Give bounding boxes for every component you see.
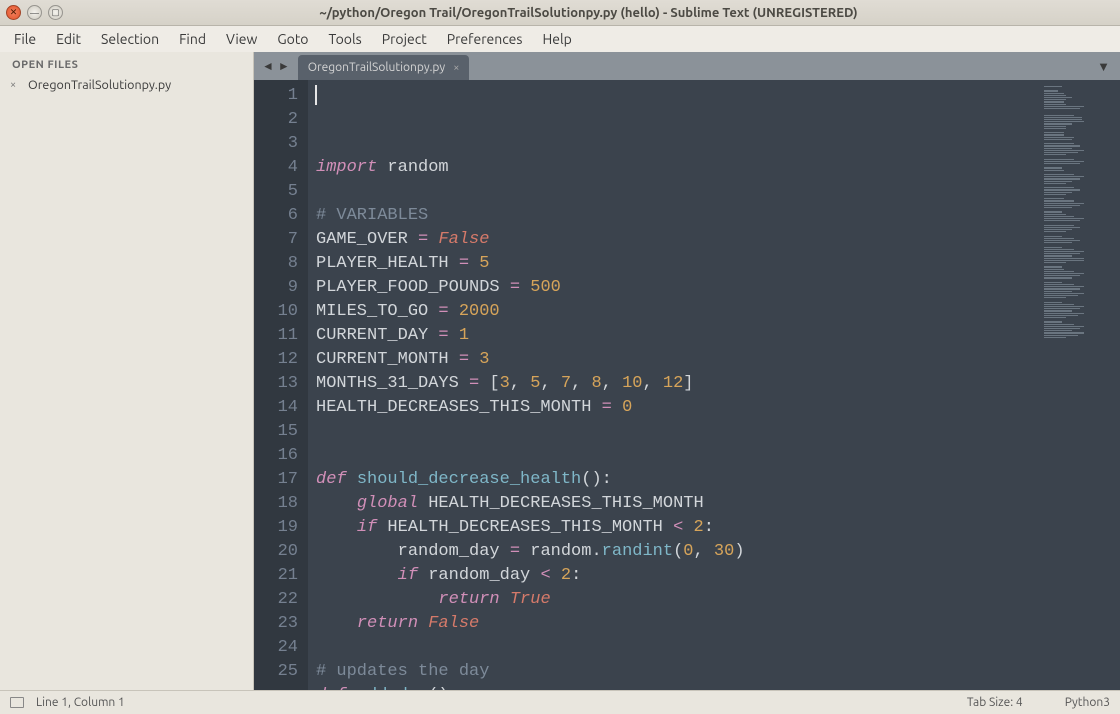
tab-close-icon[interactable]: × bbox=[453, 62, 459, 74]
menu-tools[interactable]: Tools bbox=[321, 29, 370, 49]
code-line: CURRENT_DAY = 1 bbox=[316, 324, 1038, 348]
code-line: GAME_OVER = False bbox=[316, 228, 1038, 252]
sidebar-header: OPEN FILES bbox=[0, 52, 253, 76]
status-cursor-position: Line 1, Column 1 bbox=[36, 696, 125, 709]
tab-label: OregonTrailSolutionpy.py bbox=[308, 61, 445, 74]
code-line: # VARIABLES bbox=[316, 204, 1038, 228]
code-line: import random bbox=[316, 156, 1038, 180]
editor-body: 1234567891011121314151617181920212223242… bbox=[254, 80, 1120, 690]
menu-edit[interactable]: Edit bbox=[48, 29, 89, 49]
code-line: global HEALTH_DECREASES_THIS_MONTH bbox=[316, 492, 1038, 516]
menu-preferences[interactable]: Preferences bbox=[439, 29, 531, 49]
code-line bbox=[316, 636, 1038, 660]
sidebar-item[interactable]: × OregonTrailSolutionpy.py bbox=[0, 76, 253, 94]
code-line bbox=[316, 180, 1038, 204]
code-line: return True bbox=[316, 588, 1038, 612]
menu-help[interactable]: Help bbox=[534, 29, 579, 49]
menu-view[interactable]: View bbox=[218, 29, 265, 49]
code-line bbox=[316, 444, 1038, 468]
code-line: MONTHS_31_DAYS = [3, 5, 7, 8, 10, 12] bbox=[316, 372, 1038, 396]
sidebar-item-close-icon[interactable]: × bbox=[10, 79, 22, 91]
code-line: if HEALTH_DECREASES_THIS_MONTH < 2: bbox=[316, 516, 1038, 540]
code-line: return False bbox=[316, 612, 1038, 636]
menu-find[interactable]: Find bbox=[171, 29, 214, 49]
tab-nav-right-icon[interactable]: ► bbox=[278, 59, 290, 73]
menu-file[interactable]: File bbox=[6, 29, 44, 49]
window-title: ~/python/Oregon Trail/OregonTrailSolutio… bbox=[63, 6, 1114, 20]
sidebar-item-label: OregonTrailSolutionpy.py bbox=[28, 78, 171, 92]
tab-nav: ◄ ► bbox=[254, 52, 298, 80]
code-line: PLAYER_FOOD_POUNDS = 500 bbox=[316, 276, 1038, 300]
tab-nav-left-icon[interactable]: ◄ bbox=[262, 59, 274, 73]
minimap[interactable] bbox=[1038, 80, 1120, 690]
code-line: # updates the day bbox=[316, 660, 1038, 684]
menubar: FileEditSelectionFindViewGotoToolsProjec… bbox=[0, 26, 1120, 52]
code-line: random_day = random.randint(0, 30) bbox=[316, 540, 1038, 564]
line-gutter: 1234567891011121314151617181920212223242… bbox=[254, 80, 308, 690]
code-line: MILES_TO_GO = 2000 bbox=[316, 300, 1038, 324]
code-line: if random_day < 2: bbox=[316, 564, 1038, 588]
window-close-button[interactable]: ✕ bbox=[6, 5, 21, 20]
code-line: HEALTH_DECREASES_THIS_MONTH = 0 bbox=[316, 396, 1038, 420]
editor-pane: ◄ ► OregonTrailSolutionpy.py × ▼ 1234567… bbox=[254, 52, 1120, 690]
sidebar: OPEN FILES × OregonTrailSolutionpy.py bbox=[0, 52, 254, 690]
window-maximize-button[interactable]: ▢ bbox=[48, 5, 63, 20]
content-area: OPEN FILES × OregonTrailSolutionpy.py ◄ ►… bbox=[0, 52, 1120, 690]
tab-row: ◄ ► OregonTrailSolutionpy.py × ▼ bbox=[254, 52, 1120, 80]
menu-selection[interactable]: Selection bbox=[93, 29, 167, 49]
titlebar[interactable]: ✕ — ▢ ~/python/Oregon Trail/OregonTrailS… bbox=[0, 0, 1120, 26]
status-tab-size[interactable]: Tab Size: 4 bbox=[967, 696, 1023, 709]
code-line: def should_decrease_health(): bbox=[316, 468, 1038, 492]
window-controls: ✕ — ▢ bbox=[6, 5, 63, 20]
code-line: PLAYER_HEALTH = 5 bbox=[316, 252, 1038, 276]
tab-active[interactable]: OregonTrailSolutionpy.py × bbox=[298, 55, 470, 80]
window-minimize-button[interactable]: — bbox=[27, 5, 42, 20]
tab-dropdown-icon[interactable]: ▼ bbox=[1087, 52, 1120, 80]
status-language[interactable]: Python3 bbox=[1065, 696, 1110, 709]
panel-toggle-icon[interactable] bbox=[10, 697, 24, 708]
text-cursor bbox=[315, 85, 317, 105]
menu-project[interactable]: Project bbox=[374, 29, 435, 49]
app-window: ✕ — ▢ ~/python/Oregon Trail/OregonTrailS… bbox=[0, 0, 1120, 714]
code-line bbox=[316, 420, 1038, 444]
statusbar: Line 1, Column 1 Tab Size: 4 Python3 bbox=[0, 690, 1120, 714]
code-line: CURRENT_MONTH = 3 bbox=[316, 348, 1038, 372]
code-area[interactable]: import random # VARIABLESGAME_OVER = Fal… bbox=[308, 80, 1038, 690]
menu-goto[interactable]: Goto bbox=[269, 29, 316, 49]
code-line: def add_day(): bbox=[316, 684, 1038, 690]
